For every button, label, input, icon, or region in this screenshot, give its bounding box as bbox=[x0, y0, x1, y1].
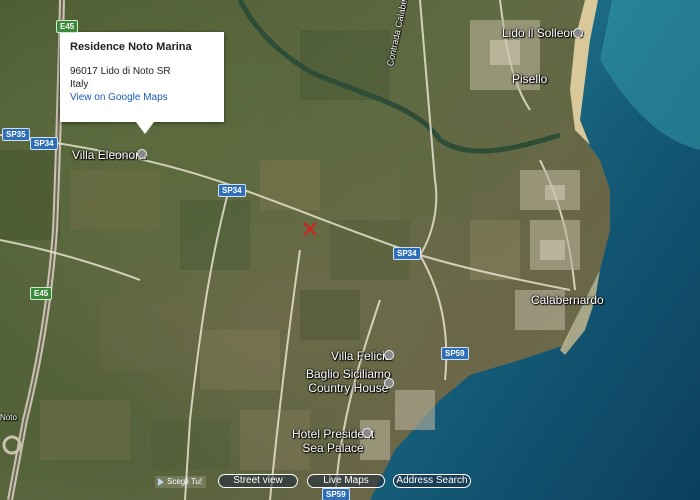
road-shield-sp34-west: SP34 bbox=[30, 137, 58, 150]
hotel-label-line2: Sea Palace bbox=[302, 441, 364, 455]
baglio-label-line1: Baglio Siciliamo bbox=[306, 367, 391, 381]
choose-button-label: Scegli Tu! bbox=[167, 477, 203, 486]
baglio-poi-icon[interactable] bbox=[384, 378, 394, 388]
info-window-title: Residence Noto Marina bbox=[70, 41, 192, 53]
road-shield-sp59: SP59 bbox=[441, 347, 469, 360]
address-search-button[interactable]: Address Search bbox=[393, 474, 471, 488]
choose-button[interactable]: Scegli Tu! bbox=[155, 476, 207, 488]
road-shield-sp35: SP35 bbox=[2, 128, 30, 141]
baglio-label-line2: Country House bbox=[308, 381, 389, 395]
info-window-country: Italy bbox=[70, 79, 89, 90]
view-on-google-maps-link[interactable]: View on Google Maps bbox=[70, 91, 214, 104]
road-shield-sp34-east: SP34 bbox=[393, 247, 421, 260]
hotel-poi-icon[interactable] bbox=[137, 149, 147, 159]
place-label-villa-eleonora: Villa Eleonora bbox=[72, 148, 146, 162]
hotel-president-poi-icon[interactable] bbox=[362, 428, 372, 438]
road-shield-sp34-center: SP34 bbox=[218, 184, 246, 197]
info-window: Residence Noto Marina 96017 Lido di Noto… bbox=[60, 32, 224, 122]
live-maps-button[interactable]: Live Maps bbox=[307, 474, 385, 488]
place-label-baglio: Baglio Siciliamo Country House bbox=[306, 367, 391, 395]
place-label-calabernardo: Calabernardo bbox=[531, 293, 604, 307]
beach-poi-icon[interactable] bbox=[573, 28, 583, 38]
satellite-map[interactable]: Residence Noto Marina 96017 Lido di Noto… bbox=[0, 0, 700, 500]
target-marker[interactable] bbox=[302, 221, 318, 237]
place-label-noto: Noto bbox=[0, 413, 17, 422]
map-controls-bar: Scegli Tu! Street view Live Maps Address… bbox=[0, 474, 700, 500]
info-window-address: 96017 Lido di Noto SR bbox=[70, 66, 171, 77]
villa-felicia-poi-icon[interactable] bbox=[384, 350, 394, 360]
place-label-pisello: Pisello bbox=[512, 72, 548, 86]
place-label-villa-felicia: Villa Felicia bbox=[331, 349, 392, 363]
road-shield-e45-mid: E45 bbox=[30, 287, 53, 300]
place-label-lido-solleone: Lido il Solleone bbox=[502, 26, 584, 40]
info-window-pointer bbox=[136, 122, 154, 134]
play-arrow-icon bbox=[158, 478, 164, 486]
street-view-button[interactable]: Street view bbox=[218, 474, 298, 488]
road-shield-e45-top: E45 bbox=[56, 20, 79, 33]
